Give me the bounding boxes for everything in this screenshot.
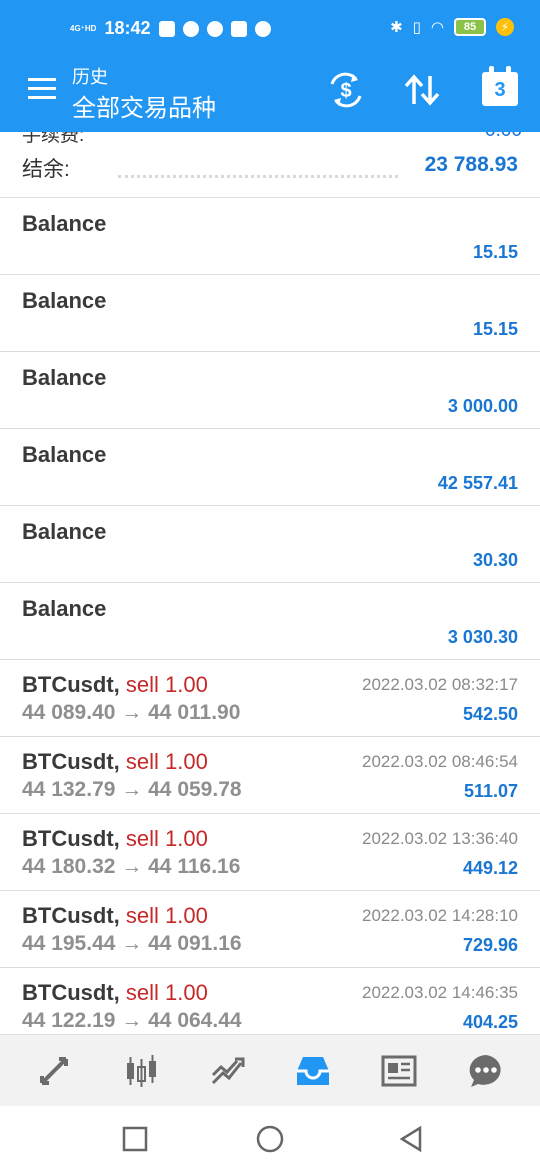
balance-title: Balance <box>22 596 107 621</box>
trade-profit: 449.12 <box>462 858 518 878</box>
balance-amount: 15.15 <box>472 319 518 339</box>
list-item[interactable]: Balance 42 557.41 <box>0 428 540 505</box>
recent-apps-button[interactable] <box>120 1124 150 1154</box>
balance-amount: 3 030.30 <box>447 627 518 647</box>
mail-icon <box>230 20 247 37</box>
balance-summary-row: 结余: 23 788.93 <box>0 149 540 197</box>
arrow-right-icon: → <box>121 932 143 955</box>
trade-symbol: BTCusdt <box>22 903 114 928</box>
balance-amount: 42 557.41 <box>437 473 518 493</box>
list-item[interactable]: Balance 15.15 <box>0 274 540 351</box>
system-nav-bar <box>0 1106 540 1170</box>
trade-row[interactable]: BTCusdt, sell 1.00 2022.03.02 13:36:40 4… <box>0 813 540 890</box>
balance-title: Balance <box>22 442 107 467</box>
trade-row[interactable]: BTCusdt, sell 1.00 2022.03.02 14:28:10 4… <box>0 890 540 967</box>
notification-icon <box>158 20 175 37</box>
trade-symbol: BTCusdt <box>22 672 114 697</box>
app-icon <box>254 20 271 37</box>
trade-time: 2022.03.02 08:32:17 <box>362 675 518 694</box>
arrow-right-icon: → <box>121 1009 143 1032</box>
close-price: 44 011.90 <box>148 701 241 724</box>
trade-profit: 511.07 <box>463 781 518 801</box>
charging-icon: ⚡ <box>496 18 514 36</box>
list-item[interactable]: Balance 15.15 <box>0 197 540 274</box>
open-price: 44 122.19 <box>22 1009 116 1032</box>
balance-title: Balance <box>22 365 107 390</box>
back-button[interactable] <box>396 1124 426 1154</box>
status-bar: 4G⁺HD 18:42 ✱ ▯ ◠ 85 ⚡ <box>0 0 540 60</box>
trade-symbol: BTCusdt <box>22 749 114 774</box>
close-price: 44 116.16 <box>148 855 241 878</box>
open-price: 44 195.44 <box>22 932 116 955</box>
trade-row[interactable]: BTCusdt, sell 1.00 2022.03.02 08:32:17 4… <box>0 659 540 736</box>
commission-label: 手续费: <box>22 132 85 146</box>
list-item[interactable]: Balance 30.30 <box>0 505 540 582</box>
history-icon[interactable] <box>283 1035 343 1107</box>
trade-profit: 404.25 <box>462 1012 518 1032</box>
wifi-icon: ◠ <box>430 19 444 36</box>
quotes-icon[interactable] <box>24 1035 84 1107</box>
arrow-right-icon: → <box>121 855 143 878</box>
calendar-icon[interactable]: 3 <box>482 66 518 106</box>
battery-icon: 85 <box>454 18 486 36</box>
currency-exchange-icon[interactable]: $ <box>326 70 366 110</box>
balance-amount: 30.30 <box>472 550 518 570</box>
commission-row: 手续费: 0.00 <box>22 132 522 146</box>
trade-profit: 542.50 <box>462 704 518 724</box>
balance-title: Balance <box>22 288 107 313</box>
chart-icon[interactable] <box>111 1035 171 1107</box>
arrow-right-icon: → <box>121 778 143 801</box>
trade-side: sell 1.00 <box>125 672 208 697</box>
balance-title: Balance <box>22 211 107 236</box>
balance-amount: 15.15 <box>472 242 518 262</box>
balance-summary-value: 23 788.93 <box>424 153 518 176</box>
page-subtitle: 历史 <box>72 67 108 87</box>
trade-icon[interactable] <box>197 1035 257 1107</box>
trade-profit: 729.96 <box>462 935 518 955</box>
open-price: 44 132.79 <box>22 778 116 801</box>
close-price: 44 064.44 <box>148 1009 242 1032</box>
home-button[interactable] <box>255 1124 285 1154</box>
status-time: 18:42 <box>104 18 151 38</box>
bottom-nav <box>0 1034 540 1106</box>
sort-icon[interactable] <box>402 70 442 110</box>
history-list: Balance 15.15 Balance 15.15 Balance 3 00… <box>0 197 540 1034</box>
dotted-leader <box>118 175 398 178</box>
chat-icon[interactable] <box>456 1035 516 1107</box>
menu-icon[interactable] <box>28 78 56 100</box>
close-price: 44 059.78 <box>148 778 242 801</box>
network-indicator: 4G⁺HD <box>70 24 97 33</box>
check-icon <box>182 20 199 37</box>
news-icon[interactable] <box>369 1035 429 1107</box>
arrow-right-icon: → <box>121 701 143 724</box>
trade-side: sell 1.00 <box>125 903 208 928</box>
trade-symbol: BTCusdt <box>22 980 114 1005</box>
trade-time: 2022.03.02 14:46:35 <box>362 983 518 1002</box>
trade-symbol: BTCusdt <box>22 826 114 851</box>
trade-row[interactable]: BTCusdt, sell 1.00 2022.03.02 08:46:54 4… <box>0 736 540 813</box>
commission-value: 0.00 <box>485 132 522 142</box>
trade-time: 2022.03.02 08:46:54 <box>362 752 518 771</box>
trade-time: 2022.03.02 14:28:10 <box>362 906 518 925</box>
close-price: 44 091.16 <box>148 932 242 955</box>
balance-amount: 3 000.00 <box>447 396 518 416</box>
list-item[interactable]: Balance 3 030.30 <box>0 582 540 659</box>
bluetooth-icon: ✱ <box>390 19 403 36</box>
trade-row[interactable]: BTCusdt, sell 1.00 2022.03.02 14:46:35 4… <box>0 967 540 1034</box>
trade-time: 2022.03.02 13:36:40 <box>362 829 518 848</box>
list-item[interactable]: Balance 3 000.00 <box>0 351 540 428</box>
open-price: 44 089.40 <box>22 701 116 724</box>
balance-title: Balance <box>22 519 107 544</box>
trade-side: sell 1.00 <box>125 826 208 851</box>
history-content: 手续费: 0.00 结余: 23 788.93 Balance 15.15 Ba… <box>0 132 540 1034</box>
page-title[interactable]: 全部交易品种 <box>72 88 216 123</box>
trade-side: sell 1.00 <box>125 980 208 1005</box>
open-price: 44 180.32 <box>22 855 116 878</box>
balance-summary-label: 结余: <box>22 158 70 181</box>
svg-text:$: $ <box>340 80 351 102</box>
app-header: 4G⁺HD 18:42 ✱ ▯ ◠ 85 ⚡ 历史 全部交易品种 $ 3 <box>0 0 540 132</box>
vibrate-icon: ▯ <box>412 19 421 36</box>
trade-side: sell 1.00 <box>125 749 208 774</box>
minus-icon <box>206 20 223 37</box>
